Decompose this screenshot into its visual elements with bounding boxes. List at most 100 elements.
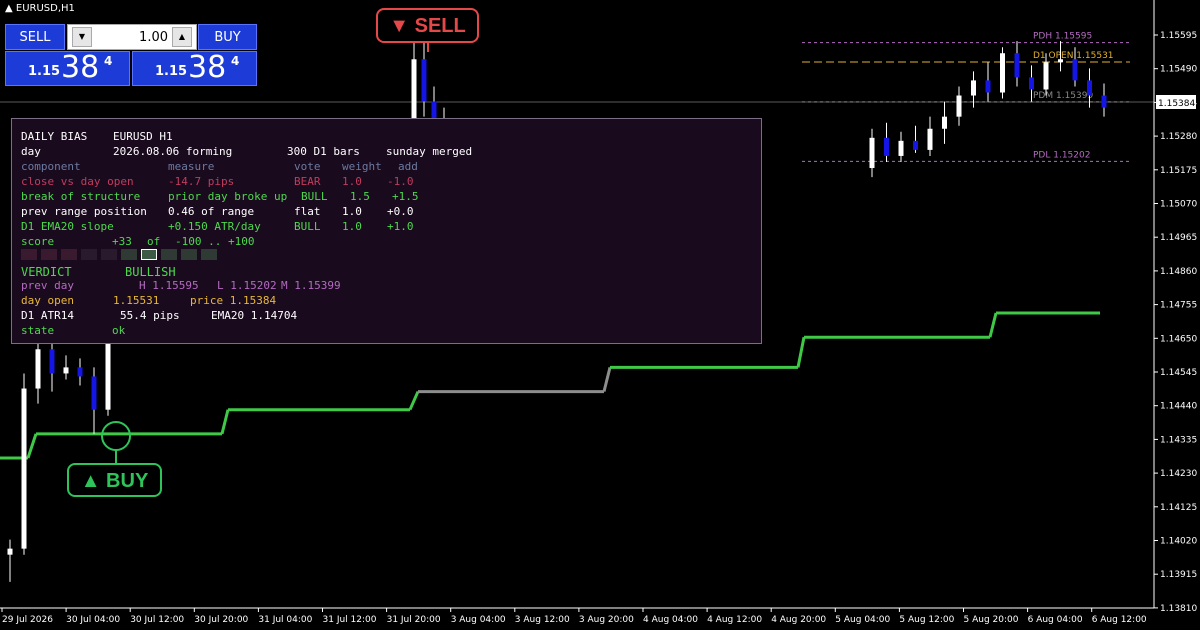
row-vote: BULL	[301, 190, 328, 203]
time-tick-label: 29 Jul 2026	[2, 615, 53, 625]
ema-step-join	[26, 433, 38, 459]
score-meter	[21, 249, 261, 261]
candle-body	[421, 59, 427, 102]
candle-body	[21, 388, 27, 549]
score-meter-cell	[161, 249, 177, 260]
time-tick-label: 30 Jul 20:00	[194, 615, 248, 625]
day-open-label: day open	[21, 294, 74, 307]
state-value: ok	[112, 324, 126, 337]
candle-body	[1101, 95, 1107, 108]
header-measure: measure	[168, 160, 215, 173]
candle-body	[1014, 53, 1020, 78]
score-meter-cell	[201, 249, 217, 260]
candle-body	[35, 349, 41, 389]
price-tick-label: 1.14650	[1160, 334, 1197, 344]
price-tick-label: 1.14230	[1160, 469, 1197, 479]
row-component: close vs day open	[21, 175, 134, 188]
candle-body	[942, 116, 947, 129]
symbol-text: EURUSD,H1	[15, 3, 75, 14]
daily-bias-panel: DAILY BIAS EURUSD H1 day 2026.08.06 form…	[11, 118, 762, 344]
score-meter-cell	[181, 249, 197, 260]
sell-button[interactable]: SELL	[5, 24, 65, 50]
day-label: day	[21, 145, 41, 158]
time-tick-label: 4 Aug 12:00	[707, 615, 762, 625]
bid-price-fraction: 4	[104, 54, 113, 68]
time-tick-label: 31 Jul 20:00	[387, 615, 441, 625]
header-component: component	[21, 160, 81, 173]
ask-price-prefix: 1.15	[155, 64, 188, 79]
ema20-value: EMA20 1.14704	[211, 309, 298, 322]
price-tick-label: 1.13915	[1160, 570, 1197, 580]
bid-price-pips: 38	[61, 50, 100, 85]
pdm-line-label: PDM 1.15399	[1033, 91, 1093, 101]
price-tick-label: 1.14440	[1160, 402, 1197, 412]
candle-body	[985, 80, 991, 93]
candle-body	[884, 137, 889, 156]
score-meter-cell	[81, 249, 97, 260]
chevron-down-icon: ▼	[78, 32, 86, 41]
price-tick-label: 1.14545	[1160, 368, 1197, 378]
candle-body	[913, 140, 918, 150]
row-measure: -14.7 pips	[168, 175, 235, 188]
score-value: +33	[112, 235, 132, 248]
candle-body	[898, 140, 904, 156]
bars-info: 300 D1 bars	[287, 145, 360, 158]
row-add: +0.0	[387, 205, 414, 218]
bid-price-button[interactable]: 1.15 38 4	[5, 50, 130, 86]
candle-body	[49, 349, 55, 374]
candle-body	[1029, 77, 1034, 90]
score-meter-cell	[121, 249, 137, 260]
time-tick-label: 4 Aug 20:00	[771, 615, 826, 625]
candle-body	[1087, 80, 1092, 96]
header-add: add	[398, 160, 418, 173]
price-tick-label: 1.14020	[1160, 537, 1197, 547]
row-add: +1.5	[392, 190, 419, 203]
ema-step-join	[602, 367, 612, 392]
price-tick-label: 1.15280	[1160, 132, 1197, 142]
candle-body	[956, 95, 962, 117]
ask-price-pips: 38	[188, 50, 227, 85]
row-measure: 0.46 of range	[168, 205, 255, 218]
candle-body	[1058, 59, 1063, 63]
row-weight: 1.0	[342, 175, 362, 188]
score-meter-cell	[101, 249, 117, 260]
row-weight: 1.0	[342, 205, 362, 218]
lot-size-input[interactable]	[96, 28, 168, 46]
price-tick-label: 1.14335	[1160, 435, 1197, 445]
time-tick-label: 30 Jul 12:00	[130, 615, 184, 625]
candle-body	[77, 367, 83, 377]
lot-increase-button[interactable]: ▲	[172, 27, 192, 47]
price-tick-label: 1.15490	[1160, 65, 1197, 75]
merge-info: sunday merged	[386, 145, 473, 158]
time-tick-label: 5 Aug 04:00	[835, 615, 890, 625]
pdh-line-label: PDH 1.15595	[1033, 32, 1092, 42]
lot-decrease-button[interactable]: ▼	[72, 27, 92, 47]
row-component: D1 EMA20 slope	[21, 220, 114, 233]
prev-day-high: H 1.15595	[139, 279, 199, 292]
ema-step-join	[988, 312, 998, 338]
score-meter-cell	[21, 249, 37, 260]
current-price-value: price 1.15384	[190, 294, 277, 307]
time-tick-label: 30 Jul 04:00	[66, 615, 120, 625]
sell-signal-label: ▼ SELL	[376, 8, 479, 43]
current-price-label: 1.15384	[1158, 99, 1195, 109]
prev-day-label: prev day	[21, 279, 74, 292]
triangle-icon: ▲	[5, 3, 16, 14]
ask-price-button[interactable]: 1.15 38 4	[132, 50, 257, 86]
candle-body	[1000, 53, 1005, 93]
buy-button[interactable]: BUY	[198, 24, 257, 50]
price-tick-label: 1.15175	[1160, 166, 1197, 176]
time-tick-label: 4 Aug 04:00	[643, 615, 698, 625]
header-weight: weight	[342, 160, 382, 173]
bid-price-prefix: 1.15	[28, 64, 61, 79]
price-tick-label: 1.15070	[1160, 200, 1197, 210]
time-tick-label: 5 Aug 20:00	[964, 615, 1019, 625]
row-component: break of structure	[21, 190, 141, 203]
row-vote: BEAR	[294, 175, 321, 188]
row-measure: prior day broke up	[168, 190, 288, 203]
one-click-trading-panel: SELL ▼ ▲ BUY 1.15 38 4 1.15 38 4	[5, 24, 257, 86]
prev-day-mid: M 1.15399	[281, 279, 341, 292]
ema-step-join	[408, 390, 420, 411]
time-tick-label: 3 Aug 12:00	[515, 615, 570, 625]
atr-value: 55.4 pips	[120, 309, 180, 322]
